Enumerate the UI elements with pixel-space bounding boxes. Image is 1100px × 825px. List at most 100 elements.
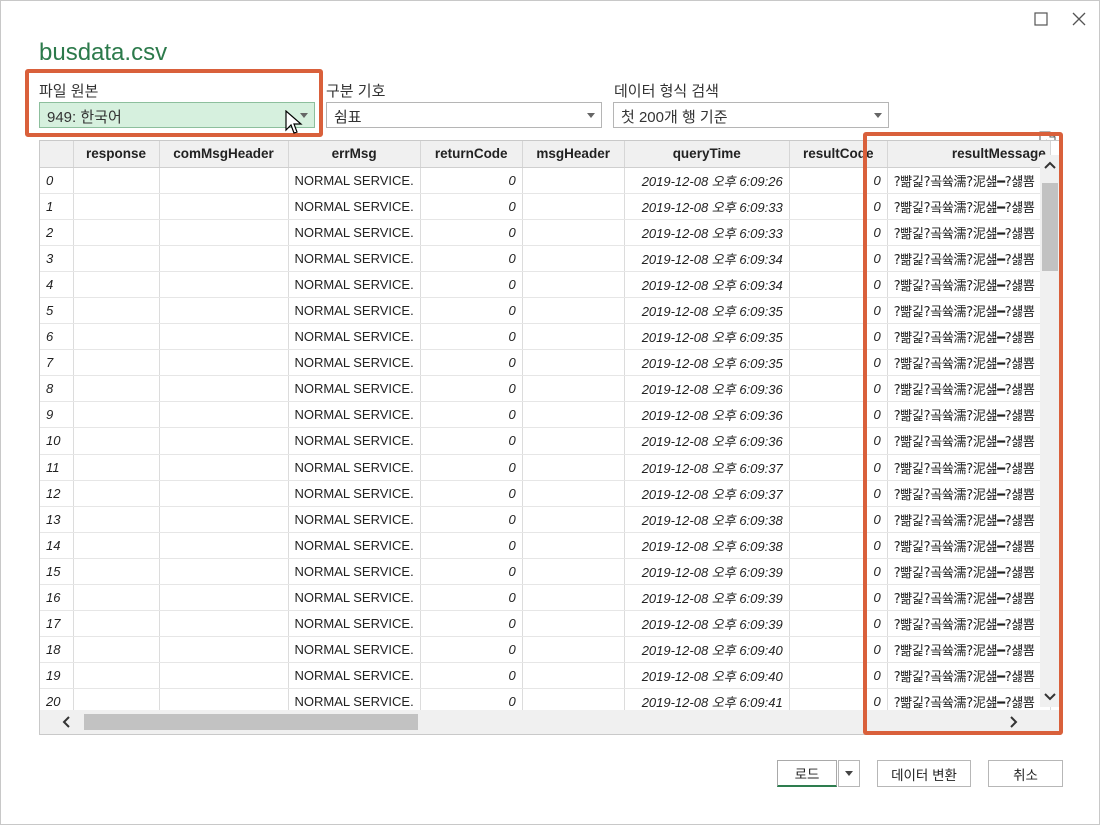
cell-resultCode: 0 — [789, 167, 888, 194]
cell-errMsg: NORMAL SERVICE. — [288, 480, 421, 507]
vertical-scrollbar[interactable] — [1040, 155, 1060, 707]
cell-returnCode: 0 — [420, 219, 523, 246]
cell-resultMessage: ?뺢긽?곸쓬濡?泥섎━?섏뿀 — [887, 636, 1051, 664]
cell-response — [73, 219, 160, 246]
cell-returnCode: 0 — [420, 610, 523, 638]
table-row: 7 NORMAL SERVICE. 0 2019-12-08 오후 6:09:35 0?… — [40, 349, 1051, 377]
horizontal-scroll-thumb[interactable] — [84, 714, 418, 730]
cell-resultMessage: ?뺢긽?곸쓬濡?泥섎━?섏뿀 — [887, 427, 1051, 455]
table-row: 4 NORMAL SERVICE. 0 2019-12-08 오후 6:09:34 0?… — [40, 271, 1051, 298]
cell-queryTime: 2019-12-08 오후 6:09:37 — [624, 454, 790, 481]
cell-errMsg: NORMAL SERVICE. — [288, 271, 421, 298]
cell-returnCode: 0 — [420, 297, 523, 325]
cell-errMsg: NORMAL SERVICE. — [288, 219, 421, 246]
chevron-right-icon — [1010, 716, 1018, 728]
cell-msgHeader — [522, 401, 625, 429]
cell-returnCode: 0 — [420, 636, 523, 664]
index-column-header[interactable] — [40, 141, 74, 168]
cell-resultMessage: ?뺢긽?곸쓬濡?泥섎━?섏뿀 — [887, 584, 1051, 612]
cell-msgHeader — [522, 532, 625, 559]
cell-response — [73, 245, 160, 272]
cell-msgHeader — [522, 375, 625, 403]
row-index: 13 — [40, 506, 74, 533]
table-row: 3 NORMAL SERVICE. 0 2019-12-08 오후 6:09:34 0?… — [40, 245, 1051, 272]
cell-response — [73, 636, 160, 664]
cell-queryTime: 2019-12-08 오후 6:09:33 — [624, 193, 790, 220]
type-detection-select[interactable]: 첫 200개 행 기준 — [613, 102, 889, 128]
chevron-down-icon — [587, 113, 595, 118]
cell-queryTime: 2019-12-08 오후 6:09:35 — [624, 297, 790, 325]
cell-resultCode: 0 — [789, 219, 888, 246]
table-row: 6 NORMAL SERVICE. 0 2019-12-08 오후 6:09:35 0?… — [40, 323, 1051, 351]
column-header[interactable]: queryTime — [624, 141, 790, 168]
table-row: 1 NORMAL SERVICE. 0 2019-12-08 오후 6:09:33 0?… — [40, 193, 1051, 220]
column-header[interactable]: response — [73, 141, 160, 168]
column-header[interactable]: comMsgHeader — [159, 141, 289, 168]
horizontal-scrollbar[interactable] — [40, 710, 1040, 734]
scroll-down-arrow[interactable] — [1040, 687, 1060, 707]
cell-resultCode: 0 — [789, 297, 888, 325]
cell-msgHeader — [522, 610, 625, 638]
row-index: 0 — [40, 167, 74, 194]
cell-comMsgHeader — [159, 427, 289, 455]
cell-response — [73, 271, 160, 298]
table-row: 12 NORMAL SERVICE. 0 2019-12-08 오후 6:09:37 0… — [40, 480, 1051, 507]
cell-comMsgHeader — [159, 271, 289, 298]
mouse-cursor-icon — [285, 110, 303, 134]
table-row: 17 NORMAL SERVICE. 0 2019-12-08 오후 6:09:39 0… — [40, 610, 1051, 638]
cell-response — [73, 480, 160, 507]
maximize-button[interactable] — [1027, 7, 1055, 31]
scroll-left-arrow[interactable] — [56, 712, 76, 732]
column-header[interactable]: returnCode — [420, 141, 523, 168]
vertical-scroll-thumb[interactable] — [1042, 183, 1058, 271]
cell-errMsg: NORMAL SERVICE. — [288, 558, 421, 586]
cell-comMsgHeader — [159, 323, 289, 351]
cell-response — [73, 349, 160, 377]
row-index: 17 — [40, 610, 74, 638]
load-options-button[interactable] — [838, 760, 860, 787]
cell-queryTime: 2019-12-08 오후 6:09:40 — [624, 662, 790, 690]
cell-queryTime: 2019-12-08 오후 6:09:39 — [624, 610, 790, 638]
row-index: 1 — [40, 193, 74, 220]
scrollbar-corner — [1040, 710, 1060, 734]
column-header[interactable]: errMsg — [288, 141, 421, 168]
scroll-up-arrow[interactable] — [1040, 155, 1060, 175]
cell-msgHeader — [522, 636, 625, 664]
file-origin-value: 949: 한국어 — [47, 109, 122, 126]
scroll-right-arrow[interactable] — [1004, 712, 1024, 732]
cell-errMsg: NORMAL SERVICE. — [288, 636, 421, 664]
row-index: 11 — [40, 454, 74, 481]
delimiter-select[interactable]: 쉼표 — [326, 102, 602, 128]
cell-errMsg: NORMAL SERVICE. — [288, 532, 421, 559]
file-origin-select[interactable]: 949: 한국어 — [39, 102, 315, 128]
cell-resultCode: 0 — [789, 480, 888, 507]
column-header[interactable]: resultMessage — [887, 141, 1051, 168]
cell-resultMessage: ?뺢긽?곸쓬濡?泥섎━?섏뿀 — [887, 271, 1051, 298]
file-title: busdata.csv — [39, 39, 168, 66]
cell-errMsg: NORMAL SERVICE. — [288, 375, 421, 403]
cell-response — [73, 584, 160, 612]
column-header[interactable]: msgHeader — [522, 141, 625, 168]
cell-comMsgHeader — [159, 480, 289, 507]
maximize-icon — [1034, 12, 1048, 26]
cell-resultMessage: ?뺢긽?곸쓬濡?泥섎━?섏뿀 — [887, 532, 1051, 559]
cell-returnCode: 0 — [420, 375, 523, 403]
preview-grid[interactable]: response comMsgHeader errMsg returnCode msgH… — [39, 140, 1061, 735]
cell-resultCode: 0 — [789, 271, 888, 298]
cancel-button[interactable]: 취소 — [988, 760, 1063, 787]
cell-comMsgHeader — [159, 532, 289, 559]
cell-msgHeader — [522, 558, 625, 586]
cell-comMsgHeader — [159, 401, 289, 429]
column-header[interactable]: resultCode — [789, 141, 888, 168]
close-button[interactable] — [1065, 7, 1093, 31]
cell-resultMessage: ?뺢긽?곸쓬濡?泥섎━?섏뿀 — [887, 323, 1051, 351]
cell-msgHeader — [522, 219, 625, 246]
cell-queryTime: 2019-12-08 오후 6:09:34 — [624, 245, 790, 272]
cell-comMsgHeader — [159, 167, 289, 194]
cell-resultMessage: ?뺢긽?곸쓬濡?泥섎━?섏뿀 — [887, 375, 1051, 403]
row-index: 15 — [40, 558, 74, 586]
cell-returnCode: 0 — [420, 584, 523, 612]
load-button[interactable]: 로드 — [777, 760, 837, 787]
transform-data-button[interactable]: 데이터 변환 — [877, 760, 971, 787]
cell-errMsg: NORMAL SERVICE. — [288, 584, 421, 612]
